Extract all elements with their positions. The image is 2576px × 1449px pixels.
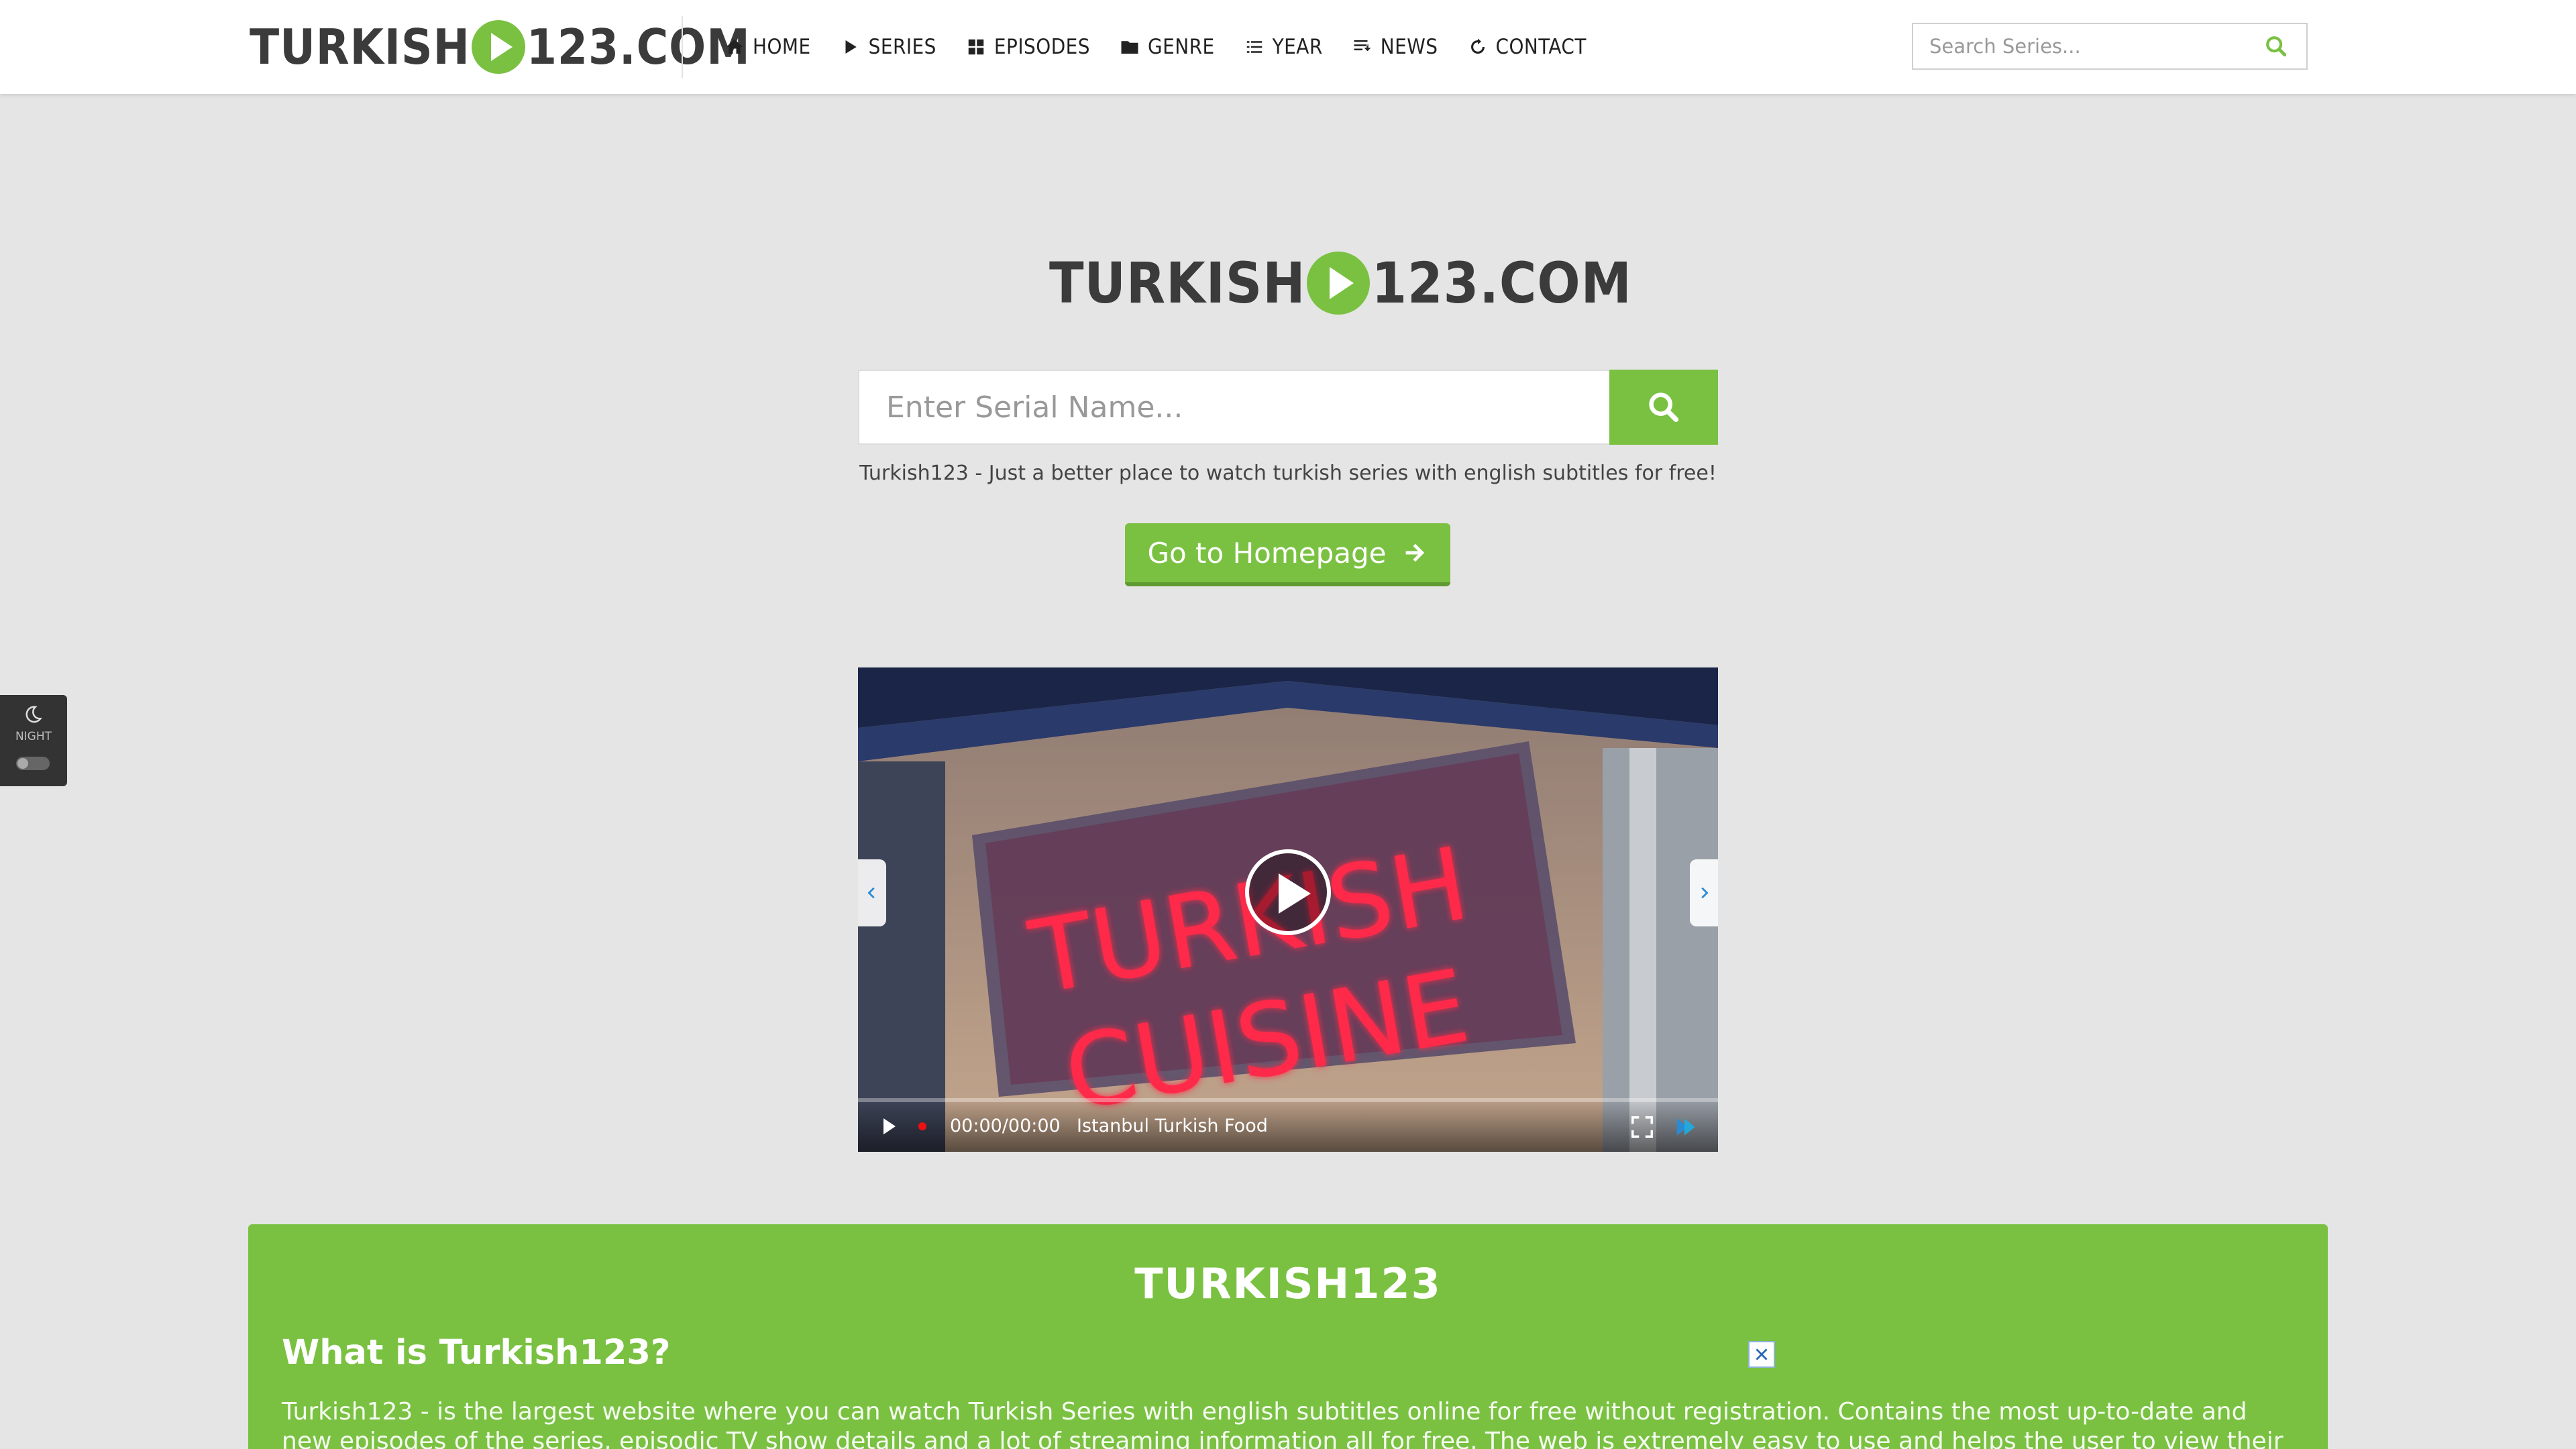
about-subtitle: What is Turkish123? [282, 1333, 671, 1373]
logo-text-right: 123.COM [526, 19, 751, 75]
nav-episodes[interactable]: EPISODES [966, 35, 1090, 59]
site-tagline: Turkish123 - Just a better place to watc… [859, 462, 1717, 485]
nav-home-label: HOME [753, 35, 811, 59]
refresh-icon [1470, 38, 1485, 54]
player-brand-icon[interactable] [1672, 1114, 1701, 1140]
about-title: TURKISH123 [1134, 1259, 1442, 1308]
nav-news[interactable]: NEWS [1352, 35, 1438, 59]
logo-play-icon [471, 20, 525, 74]
prev-video-button[interactable] [858, 859, 886, 926]
site-logo[interactable]: TURKISH 123.COM [250, 13, 751, 80]
nav-contact[interactable]: CONTACT [1468, 35, 1587, 59]
night-mode-label: NIGHT [15, 730, 52, 743]
site-header: TURKISH 123.COM HOME SERIES EPISODES GEN… [0, 0, 2576, 94]
grid-icon [968, 39, 984, 55]
nav-home[interactable]: HOME [724, 35, 811, 59]
header-search [1912, 23, 2308, 70]
about-section: TURKISH123 What is Turkish123? Turkish12… [248, 1224, 2328, 1449]
about-body: Turkish123 - is the largest website wher… [282, 1398, 2284, 1449]
main-nav: HOME SERIES EPISODES GENRE YEAR NEWS CON… [724, 0, 1616, 94]
video-player[interactable]: TURKISH CUISINE 00:00/00:00 Istanbul Tur… [858, 667, 1718, 1152]
nav-genre[interactable]: GENRE [1120, 35, 1215, 59]
hero-logo-text-left: TURKISH [1049, 250, 1306, 316]
hero-logo-text-right: 123.COM [1371, 250, 1632, 316]
nav-series-label: SERIES [868, 35, 936, 59]
list-icon [1246, 41, 1262, 53]
news-icon [1354, 40, 1371, 52]
video-time: 00:00/00:00 [950, 1116, 1061, 1136]
go-to-homepage-label: Go to Homepage [1147, 536, 1387, 570]
nav-year[interactable]: YEAR [1244, 35, 1323, 59]
nav-year-label: YEAR [1272, 35, 1323, 59]
play-icon[interactable] [883, 1118, 896, 1134]
night-mode-toggle[interactable]: NIGHT [0, 695, 67, 786]
moon-icon [25, 706, 42, 723]
hero-search-button[interactable] [1609, 370, 1718, 445]
video-controls: 00:00/00:00 Istanbul Turkish Food [858, 1098, 1718, 1152]
search-icon [1649, 392, 1679, 423]
close-icon [1756, 1348, 1768, 1360]
video-progress-bar[interactable] [858, 1098, 1718, 1102]
hero-logo-play-icon [1307, 252, 1371, 315]
video-title: Istanbul Turkish Food [1077, 1116, 1268, 1136]
night-mode-switch[interactable] [16, 757, 50, 770]
nav-series[interactable]: SERIES [841, 35, 936, 59]
home-icon [726, 39, 743, 54]
play-icon [845, 40, 857, 54]
live-dot-icon [918, 1122, 926, 1130]
chevron-left-icon [867, 887, 875, 899]
arrow-right-icon [1405, 543, 1424, 562]
nav-genre-label: GENRE [1148, 35, 1215, 59]
logo-text-left: TURKISH [250, 19, 470, 75]
next-video-button[interactable] [1690, 859, 1718, 926]
nav-news-label: NEWS [1380, 35, 1438, 59]
chevron-right-icon [1701, 887, 1709, 899]
go-to-homepage-button[interactable]: Go to Homepage [1125, 523, 1450, 586]
big-play-button[interactable] [1245, 849, 1331, 935]
hero-logo: TURKISH 123.COM [1049, 248, 1632, 318]
hero-search [858, 370, 1718, 445]
logo-divider [682, 16, 683, 78]
fullscreen-icon[interactable] [1629, 1114, 1655, 1140]
search-icon[interactable] [2265, 35, 2288, 58]
ad-close-button[interactable] [1748, 1341, 1775, 1368]
header-search-input[interactable] [1913, 24, 2249, 68]
folder-icon [1121, 41, 1138, 54]
nav-contact-label: CONTACT [1495, 35, 1587, 59]
nav-episodes-label: EPISODES [994, 35, 1091, 59]
hero-search-input[interactable] [858, 370, 1609, 445]
